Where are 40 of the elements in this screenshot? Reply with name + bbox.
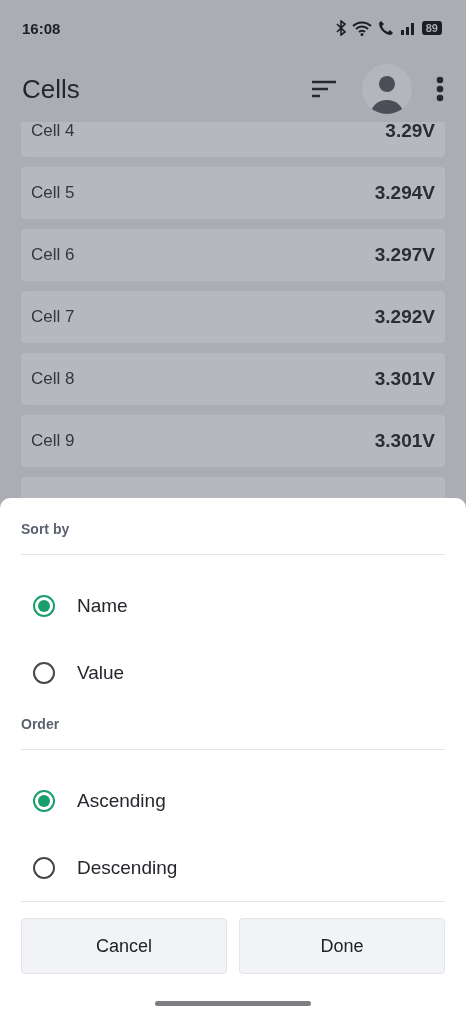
cell-voltage: 3.292V: [374, 306, 435, 328]
signal-icon: [399, 21, 416, 35]
cell-card[interactable]: Cell 4 3.29V: [21, 122, 445, 157]
section-title: Order: [21, 716, 60, 732]
cell-name: Cell 5: [31, 183, 75, 203]
cell-name: Cell 6: [31, 245, 75, 265]
sort-icon[interactable]: [312, 80, 336, 98]
option-label: Descending: [77, 856, 178, 879]
option-label: Name: [77, 594, 128, 617]
status-time: 16:08: [22, 19, 61, 37]
cell-card[interactable]: Cell 5 3.294V: [21, 167, 445, 219]
more-icon[interactable]: [436, 76, 444, 102]
cell-name: Cell 8: [31, 369, 75, 389]
cell-card[interactable]: Cell 9 3.301V: [21, 415, 445, 467]
wifi-icon: [351, 20, 372, 36]
radio-button[interactable]: [33, 661, 55, 684]
cell-voltage: 3.29V: [385, 122, 435, 142]
avatar-button[interactable]: [362, 64, 412, 114]
done-button[interactable]: Done: [239, 918, 445, 974]
cell-name: Cell 9: [31, 431, 75, 451]
cell-voltage: 3.297V: [374, 244, 435, 266]
option-label: Ascending: [77, 789, 166, 812]
section-title: Sort by: [21, 521, 70, 537]
cell-card[interactable]: Cell 6 3.297V: [21, 229, 445, 281]
cell-voltage: 3.301V: [374, 430, 435, 452]
cell-name: Cell 4: [31, 122, 75, 141]
cell-card[interactable]: Cell 8 3.301V: [21, 353, 445, 405]
radio-button[interactable]: [33, 594, 55, 617]
option-label: Value: [77, 661, 125, 684]
radio-button[interactable]: [33, 856, 55, 879]
cell-card[interactable]: Cell 7 3.292V: [21, 291, 445, 343]
phone-icon: [377, 20, 394, 36]
cell-name: Cell 7: [31, 307, 75, 327]
cell-voltage: 3.294V: [374, 182, 435, 204]
battery-level: 89: [421, 21, 442, 35]
bluetooth-icon: [335, 20, 346, 36]
page-title: Cells: [22, 73, 81, 105]
radio-button[interactable]: [33, 789, 55, 812]
cell-voltage: 3.301V: [374, 368, 435, 390]
cancel-button[interactable]: Cancel: [21, 918, 227, 974]
